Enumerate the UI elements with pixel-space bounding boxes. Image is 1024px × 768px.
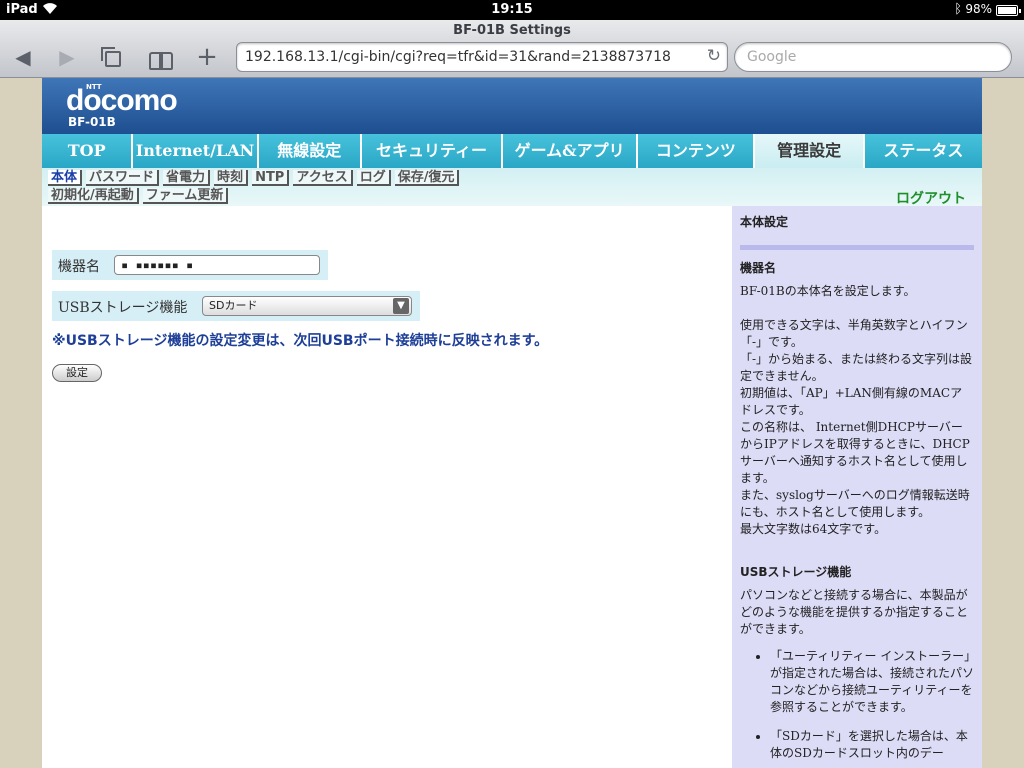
usb-storage-selected: SDカード	[209, 299, 258, 312]
usb-storage-row: USBストレージ機能 SDカード ▼	[52, 291, 420, 321]
settings-form: 機器名 USBストレージ機能 SDカード ▼ ※USBストレージ機能の設定変更は…	[42, 206, 732, 768]
main-nav-tab[interactable]: 管理設定	[755, 134, 863, 168]
sub-nav-item[interactable]: 初期化/再起動	[48, 188, 139, 204]
ios-status-bar: iPad 19:15 ᛒ 98%	[0, 0, 1024, 20]
help-list-item: 「ユーティリティー インストーラー」が指定された場合は、接続されたパソコンなどか…	[770, 648, 974, 716]
dropdown-arrow-icon[interactable]: ▼	[393, 298, 409, 314]
sub-nav-item[interactable]: 時刻	[214, 170, 249, 186]
help-list-item: 「SDカード」を選択した場合は、本体のSDカードスロット内のデー	[770, 728, 974, 762]
help-text: 初期値は、「AP」+LAN側有線のMACアドレスです。	[740, 386, 963, 417]
add-icon[interactable]: +	[192, 44, 222, 70]
sub-nav-item[interactable]: 保存/復元	[394, 170, 460, 186]
browser-page-title: BF-01B Settings	[453, 23, 571, 38]
sub-nav: 本体 パスワード 省電力 時刻 NTP アクセス ログ 保存/復元 初期化/再起動 ファーム更新…	[42, 168, 982, 208]
reload-icon[interactable]: ↻	[707, 46, 721, 66]
back-icon[interactable]: ◀	[8, 44, 38, 70]
main-nav-tab[interactable]: セキュリティー	[361, 134, 502, 168]
usb-notice: ※USBストレージ機能の設定変更は、次回USBポート接続時に反映されます。	[52, 333, 549, 349]
main-nav-tab[interactable]: ステータス	[864, 134, 982, 168]
main-nav-tab[interactable]: 無線設定	[258, 134, 360, 168]
help-name-heading: 機器名	[740, 261, 777, 275]
device-name-label: 機器名	[58, 259, 100, 275]
help-divider	[740, 245, 974, 250]
usb-storage-select[interactable]: SDカード ▼	[202, 296, 412, 316]
bookmarks-icon[interactable]	[146, 44, 176, 70]
sub-nav-row: 初期化/再起動 ファーム更新	[48, 188, 229, 204]
sub-nav-item[interactable]: パスワード	[86, 170, 160, 186]
help-usb-heading: USBストレージ機能	[740, 565, 852, 579]
search-bar[interactable]	[734, 42, 1012, 72]
sub-nav-item[interactable]: 本体	[48, 170, 83, 186]
help-text: 最大文字数は64文字です。	[740, 522, 887, 536]
page-header: NTT docomo BF-01B	[42, 78, 982, 134]
browser-toolbar: BF-01B Settings ◀ ▶ + 192.168.13.1/cgi-b…	[0, 20, 1024, 78]
help-text: 「-」から始まる、または終わる文字列は設定できません。	[740, 352, 973, 383]
logout-link[interactable]: ログアウト	[896, 188, 966, 208]
help-text: パソコンなどと接続する場合に、本製品がどのような機能を提供するか指定することがで…	[740, 588, 969, 636]
model-name: BF-01B	[68, 115, 116, 129]
bluetooth-icon: ᛒ	[954, 2, 962, 17]
sub-nav-item[interactable]: ログ	[356, 170, 391, 186]
clock: 19:15	[491, 2, 533, 17]
battery-icon	[996, 5, 1021, 16]
device-name-row: 機器名	[52, 250, 328, 280]
battery-fill	[998, 7, 1016, 14]
sub-nav-item[interactable]: アクセス	[293, 170, 353, 186]
battery-percent: 98%	[965, 2, 992, 16]
device-name-input[interactable]	[114, 255, 320, 275]
help-text: また、syslogサーバーへのログ情報転送時にも、ホスト名として使用します。	[740, 488, 970, 519]
main-nav: TOP Internet/LAN 無線設定 セキュリティー ゲーム&アプリ コンテンツ 管理…	[42, 134, 982, 168]
usb-storage-label: USBストレージ機能	[58, 300, 188, 316]
router-settings-page: NTT docomo BF-01B TOP Internet/LAN 無線設定 セキュ…	[42, 78, 982, 768]
sub-nav-row: 本体 パスワード 省電力 時刻 NTP アクセス ログ 保存/復元	[48, 170, 460, 186]
help-panel: 本体設定 機器名 BF-01Bの本体名を設定します。 使用できる文字は、半角英数…	[732, 206, 982, 768]
main-nav-tab[interactable]: ゲーム&アプリ	[503, 134, 637, 168]
sub-nav-item[interactable]: NTP	[252, 170, 290, 186]
main-nav-tab[interactable]: コンテンツ	[638, 134, 754, 168]
tabs-icon[interactable]	[98, 44, 128, 70]
main-nav-tab[interactable]: Internet/LAN	[133, 134, 257, 168]
help-text: 使用できる文字は、半角英数字とハイフン「-」です。	[740, 318, 968, 349]
submit-button[interactable]: 設定	[52, 364, 102, 382]
help-text: BF-01Bの本体名を設定します。	[740, 284, 916, 298]
docomo-logo: docomo	[66, 84, 178, 117]
main-nav-tab[interactable]: TOP	[42, 134, 132, 168]
forward-icon[interactable]: ▶	[52, 44, 82, 70]
help-usb-list: 「ユーティリティー インストーラー」が指定された場合は、接続されたパソコンなどか…	[770, 648, 974, 762]
sub-nav-item[interactable]: ファーム更新	[142, 188, 229, 204]
search-input[interactable]	[747, 49, 997, 65]
address-bar[interactable]: 192.168.13.1/cgi-bin/cgi?req=tfr&id=31&r…	[236, 42, 728, 72]
help-title: 本体設定	[740, 215, 789, 229]
sub-nav-item[interactable]: 省電力	[163, 170, 211, 186]
help-text: この名称は、 Internet側DHCPサーバーからIPアドレスを取得するときに…	[740, 420, 970, 485]
url-text[interactable]: 192.168.13.1/cgi-bin/cgi?req=tfr&id=31&r…	[245, 49, 671, 65]
